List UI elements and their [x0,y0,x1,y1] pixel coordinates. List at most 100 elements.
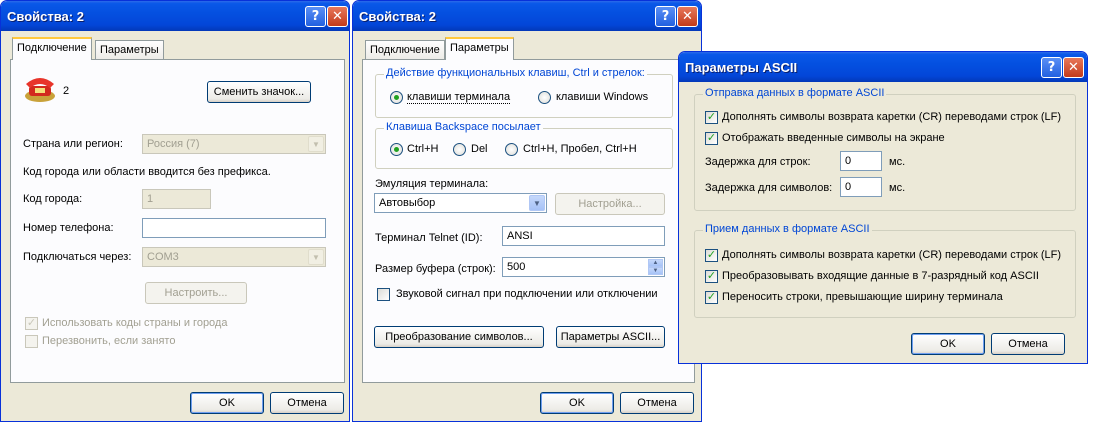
connection-name: 2 [63,85,70,97]
title-bar[interactable]: Свойства: 2 ? ✕ [1,1,349,31]
dialog-client: Подключение Параметры 2 Сменить значок..… [4,31,346,418]
bs-del-radio[interactable] [453,143,466,156]
properties-dialog-settings: Свойства: 2 ? ✕ Подключение Параметры Де… [352,0,702,422]
fkeys-terminal-radio[interactable] [390,91,403,104]
window-title: Свойства: 2 [7,9,84,24]
window-title: Свойства: 2 [359,9,436,24]
properties-dialog-connection: Свойства: 2 ? ✕ Подключение Параметры 2 … [0,0,350,422]
char-delay-label: Задержка для символов: [705,182,833,194]
configure-button[interactable]: Настроить... [145,282,247,304]
ok-button[interactable]: OK [911,333,985,355]
arrow-down-icon[interactable]: ▼ [648,267,663,275]
cancel-button[interactable]: Отмена [991,333,1065,355]
chevron-down-icon: ▼ [308,136,324,152]
buffer-input[interactable]: 500 ▲ ▼ [502,257,665,277]
sound-checkbox[interactable] [377,288,390,301]
close-button[interactable]: ✕ [677,6,698,27]
close-button[interactable]: ✕ [327,6,348,27]
emulation-label: Эмуляция терминала: [375,178,489,190]
cancel-button[interactable]: Отмена [620,392,694,414]
help-button[interactable]: ? [1041,57,1062,78]
recv-wrap-label: Переносить строки, превышающие ширину те… [722,291,1003,303]
tab-page: 2 Сменить значок... Страна или регион: Р… [10,59,345,383]
char-delay-unit: мс. [889,182,906,194]
sound-label: Звуковой сигнал при подключении или откл… [396,288,658,300]
receive-group: Прием данных в формате ASCII ✓ Дополнять… [694,223,1076,318]
redial-label: Перезвонить, если занято [42,335,176,347]
recv-7bit-checkbox[interactable]: ✓ [705,270,718,283]
help-button[interactable]: ? [305,6,326,27]
country-select[interactable]: Россия (7) ▼ [142,134,326,154]
use-codes-checkbox[interactable]: ✓ [25,317,38,330]
chevron-down-icon: ▼ [308,249,324,265]
tab-settings[interactable]: Параметры [95,40,164,60]
dialog-client: Подключение Параметры Действие функциона… [356,31,698,418]
char-delay-input[interactable]: 0 [840,177,882,197]
fkeys-windows-label: клавиши Windows [556,91,649,103]
dialog-client: Отправка данных в формате ASCII ✓ Дополн… [682,82,1084,360]
buffer-label: Размер буфера (строк): [375,263,496,275]
send-append-lf-label: Дополнять символы возврата каретки (CR) … [722,111,1062,123]
tab-settings[interactable]: Параметры [445,37,514,60]
send-group-title: Отправка данных в формате ASCII [703,87,887,99]
tab-page: Действие функциональных клавиш, Ctrl и с… [362,59,695,383]
connect-via-value: COM3 [147,251,179,263]
connect-via-label: Подключаться через: [23,251,132,263]
ok-button[interactable]: OK [190,392,264,414]
fkeys-windows-radio[interactable] [538,91,551,104]
telnet-label: Терминал Telnet (ID): [375,232,483,244]
line-delay-input[interactable]: 0 [840,151,882,171]
send-echo-label: Отображать введенные символы на экране [722,132,945,144]
telnet-input[interactable]: ANSI [502,226,665,246]
line-delay-unit: мс. [889,156,906,168]
change-icon-button[interactable]: Сменить значок... [207,81,311,103]
backspace-group: Клавиша Backspace посылает Ctrl+H Del Ct… [375,121,673,169]
recv-7bit-label: Преобразовывать входящие данные в 7-разр… [722,270,1039,282]
tab-connection[interactable]: Подключение [12,37,92,60]
fkeys-group-title: Действие функциональных клавиш, Ctrl и с… [384,67,647,79]
use-codes-label: Использовать коды страны и города [42,317,228,329]
phone-label: Номер телефона: [23,222,114,234]
chevron-down-icon: ▼ [529,195,545,211]
help-button[interactable]: ? [655,6,676,27]
title-bar[interactable]: Свойства: 2 ? ✕ [353,1,701,31]
ascii-settings-dialog: Параметры ASCII ? ✕ Отправка данных в фо… [678,51,1088,364]
fkeys-terminal-label: клавиши терминала [407,91,511,104]
country-value: Россия (7) [147,138,200,150]
area-code-hint: Код города или области вводится без преф… [23,166,271,178]
redial-checkbox[interactable] [25,335,38,348]
ok-button[interactable]: OK [540,392,614,414]
bs-ctrlh-label: Ctrl+H [407,143,439,155]
area-code-input[interactable]: 1 [142,189,211,209]
emulation-select[interactable]: Автовыбор ▼ [374,193,547,213]
recv-append-lf-checkbox[interactable]: ✓ [705,249,718,262]
recv-append-lf-label: Дополнять символы возврата каретки (CR) … [722,249,1062,261]
bs-combo-radio[interactable] [505,143,518,156]
close-button[interactable]: ✕ [1063,57,1084,78]
backspace-group-title: Клавиша Backspace посылает [384,121,543,133]
phone-input[interactable] [142,218,326,238]
ascii-settings-button[interactable]: Параметры ASCII... [556,326,665,348]
window-title: Параметры ASCII [685,60,798,75]
char-conversion-button[interactable]: Преобразование символов... [374,326,544,348]
line-delay-label: Задержка для строк: [705,156,811,168]
buffer-spinner[interactable]: ▲ ▼ [648,259,663,275]
send-group: Отправка данных в формате ASCII ✓ Дополн… [694,87,1076,211]
country-label: Страна или регион: [23,138,123,150]
arrow-up-icon[interactable]: ▲ [648,259,663,267]
title-bar[interactable]: Параметры ASCII ? ✕ [679,52,1087,82]
area-code-label: Код города: [23,193,83,205]
receive-group-title: Прием данных в формате ASCII [703,223,872,235]
recv-wrap-checkbox[interactable]: ✓ [705,291,718,304]
connect-via-select[interactable]: COM3 ▼ [142,247,326,267]
send-append-lf-checkbox[interactable]: ✓ [705,111,718,124]
terminal-settings-button[interactable]: Настройка... [555,193,665,215]
bs-del-label: Del [471,143,488,155]
emulation-value: Автовыбор [379,197,436,209]
fkeys-group: Действие функциональных клавиш, Ctrl и с… [375,67,673,118]
tab-connection[interactable]: Подключение [365,40,445,60]
send-echo-checkbox[interactable]: ✓ [705,132,718,145]
bs-ctrlh-radio[interactable] [390,143,403,156]
phone-icon [25,78,55,102]
cancel-button[interactable]: Отмена [270,392,344,414]
